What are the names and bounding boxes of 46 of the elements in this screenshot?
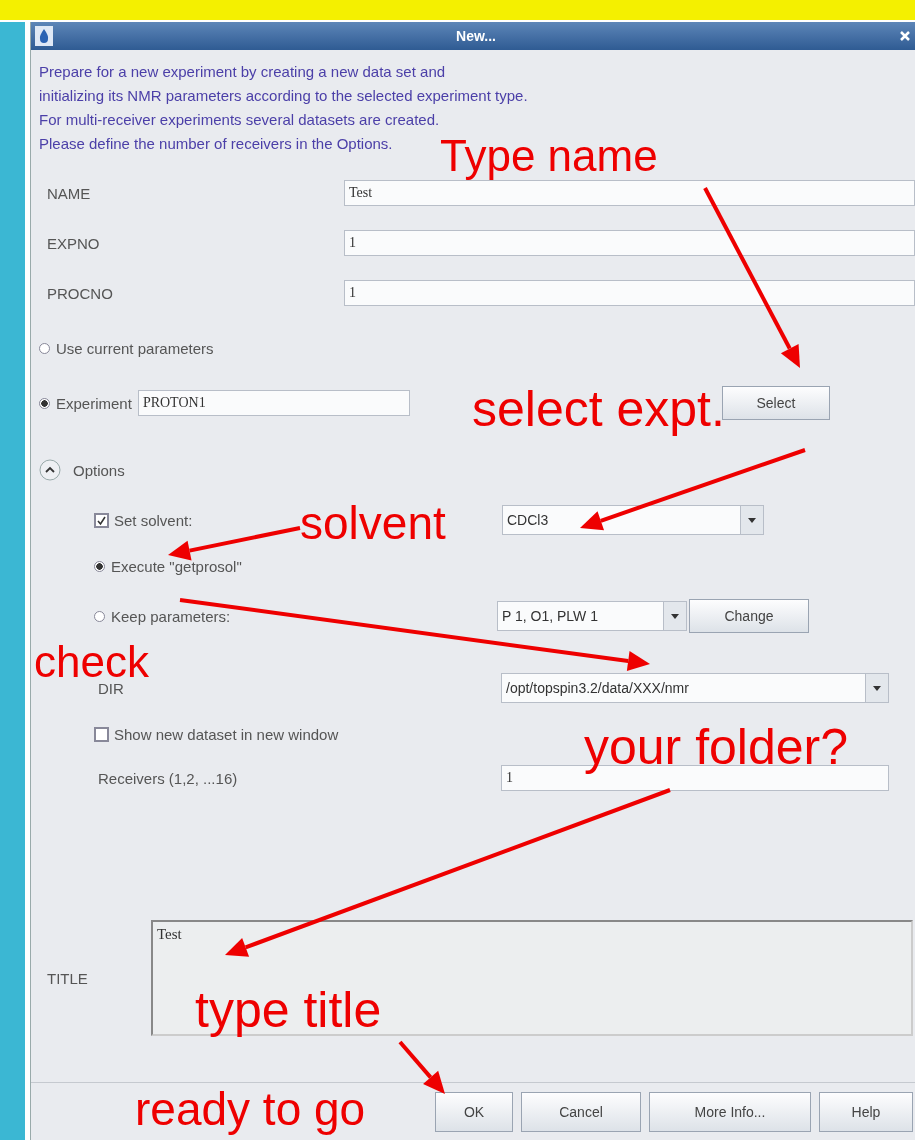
close-icon[interactable] [899, 30, 911, 42]
field-label: Receivers (1,2, ...16) [97, 769, 239, 787]
checkbox-label: Set solvent: [114, 511, 193, 529]
window-title: New... [455, 28, 497, 44]
description-text: initializing its NMR parameters according to the selected experiment type. [39, 86, 529, 106]
dialog-button[interactable]: Cancel [521, 1091, 641, 1132]
caret-icon [663, 602, 686, 630]
change-button[interactable]: Change [689, 599, 809, 633]
app-icon [35, 26, 53, 46]
input-field[interactable]: Test [344, 180, 915, 206]
description-text: For multi-receiver experiments several datasets are created. [39, 110, 441, 130]
description-text: Please define the number of receivers in the Options. [39, 134, 394, 154]
experiment-field[interactable]: PROTON1 [137, 390, 410, 416]
collapse-icon[interactable] [39, 459, 61, 481]
radio-button[interactable] [39, 397, 50, 409]
dialog-button[interactable]: OK [435, 1091, 513, 1132]
checkbox[interactable] [94, 726, 109, 742]
radio-button[interactable] [94, 560, 105, 572]
directory-dropdown[interactable]: /opt/topspin3.2/data/XXX/nmr [501, 673, 889, 703]
checkbox-label: Show new dataset in new window [114, 725, 339, 743]
select-button[interactable]: Select [721, 386, 830, 420]
annotation-text: Type name [440, 134, 658, 178]
annotation-text: solvent [300, 500, 446, 546]
annotation-text: type title [195, 985, 382, 1035]
radio-button[interactable] [39, 342, 50, 354]
parameter-dropdown[interactable]: P 1, O1, PLW 1 [497, 601, 687, 631]
radio-label: Use current parameters [56, 339, 214, 357]
description-text: Prepare for a new experiment by creating a new data set and [39, 62, 447, 82]
field-label: TITLE [46, 969, 89, 987]
input-field[interactable]: 1 [344, 230, 915, 256]
field-label: PROCNO [46, 284, 114, 302]
checkbox[interactable] [94, 512, 109, 528]
radio-label: Keep parameters: [111, 607, 231, 625]
radio-button[interactable] [94, 610, 105, 622]
input-field[interactable]: 1 [344, 280, 915, 306]
solvent-dropdown[interactable]: CDCl3 [502, 505, 764, 535]
field-label: NAME [46, 184, 92, 202]
dialog-button[interactable]: More Info... [649, 1091, 811, 1132]
dialog-button[interactable]: Help [819, 1091, 913, 1132]
arrow [398, 1040, 445, 1094]
field-label: EXPNO [46, 234, 101, 252]
radio-label: Experiment [56, 394, 132, 412]
radio-label: Execute "getprosol" [111, 557, 242, 575]
caret-icon [865, 674, 888, 702]
options-label: Options [73, 461, 125, 479]
caret-icon [740, 506, 763, 534]
